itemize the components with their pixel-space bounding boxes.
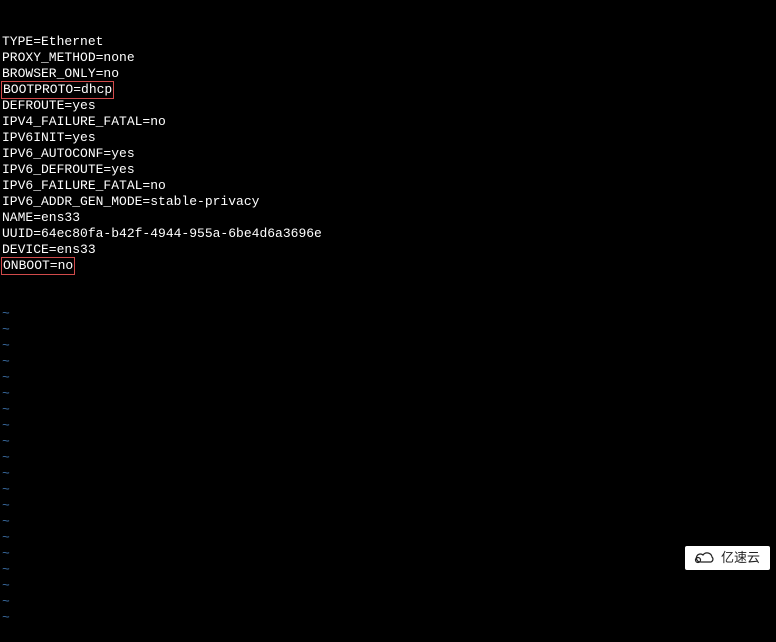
vim-tilde-line: ~ (2, 338, 776, 354)
vim-tilde-line: ~ (2, 578, 776, 594)
file-content: TYPE=EthernetPROXY_METHOD=noneBROWSER_ON… (2, 34, 776, 274)
vim-tilde-line: ~ (2, 514, 776, 530)
highlighted-config: ONBOOT=no (1, 257, 75, 275)
config-line: IPV6_FAILURE_FATAL=no (2, 178, 776, 194)
config-line: ONBOOT=no (2, 258, 776, 274)
empty-line-markers: ~~~~~~~~~~~~~~~~~~~~ (2, 306, 776, 626)
watermark-badge: 亿速云 (685, 546, 770, 570)
watermark-text: 亿速云 (721, 550, 760, 566)
vim-tilde-line: ~ (2, 386, 776, 402)
config-line: TYPE=Ethernet (2, 34, 776, 50)
vim-tilde-line: ~ (2, 530, 776, 546)
config-line: IPV6_DEFROUTE=yes (2, 162, 776, 178)
config-line: BROWSER_ONLY=no (2, 66, 776, 82)
vim-tilde-line: ~ (2, 482, 776, 498)
vim-tilde-line: ~ (2, 546, 776, 562)
highlighted-config: BOOTPROTO=dhcp (1, 81, 114, 99)
vim-tilde-line: ~ (2, 610, 776, 626)
config-line: BOOTPROTO=dhcp (2, 82, 776, 98)
terminal-editor[interactable]: TYPE=EthernetPROXY_METHOD=noneBROWSER_ON… (2, 2, 776, 576)
vim-tilde-line: ~ (2, 418, 776, 434)
config-line: NAME=ens33 (2, 210, 776, 226)
vim-tilde-line: ~ (2, 434, 776, 450)
config-line: IPV4_FAILURE_FATAL=no (2, 114, 776, 130)
cloud-icon (693, 551, 715, 565)
vim-tilde-line: ~ (2, 354, 776, 370)
config-line: IPV6_AUTOCONF=yes (2, 146, 776, 162)
vim-tilde-line: ~ (2, 466, 776, 482)
vim-tilde-line: ~ (2, 322, 776, 338)
config-line: IPV6_ADDR_GEN_MODE=stable-privacy (2, 194, 776, 210)
vim-tilde-line: ~ (2, 306, 776, 322)
config-line: PROXY_METHOD=none (2, 50, 776, 66)
config-line: DEFROUTE=yes (2, 98, 776, 114)
config-line: UUID=64ec80fa-b42f-4944-955a-6be4d6a3696… (2, 226, 776, 242)
vim-tilde-line: ~ (2, 402, 776, 418)
vim-tilde-line: ~ (2, 498, 776, 514)
vim-tilde-line: ~ (2, 594, 776, 610)
vim-tilde-line: ~ (2, 450, 776, 466)
config-line: IPV6INIT=yes (2, 130, 776, 146)
vim-tilde-line: ~ (2, 370, 776, 386)
config-line: DEVICE=ens33 (2, 242, 776, 258)
